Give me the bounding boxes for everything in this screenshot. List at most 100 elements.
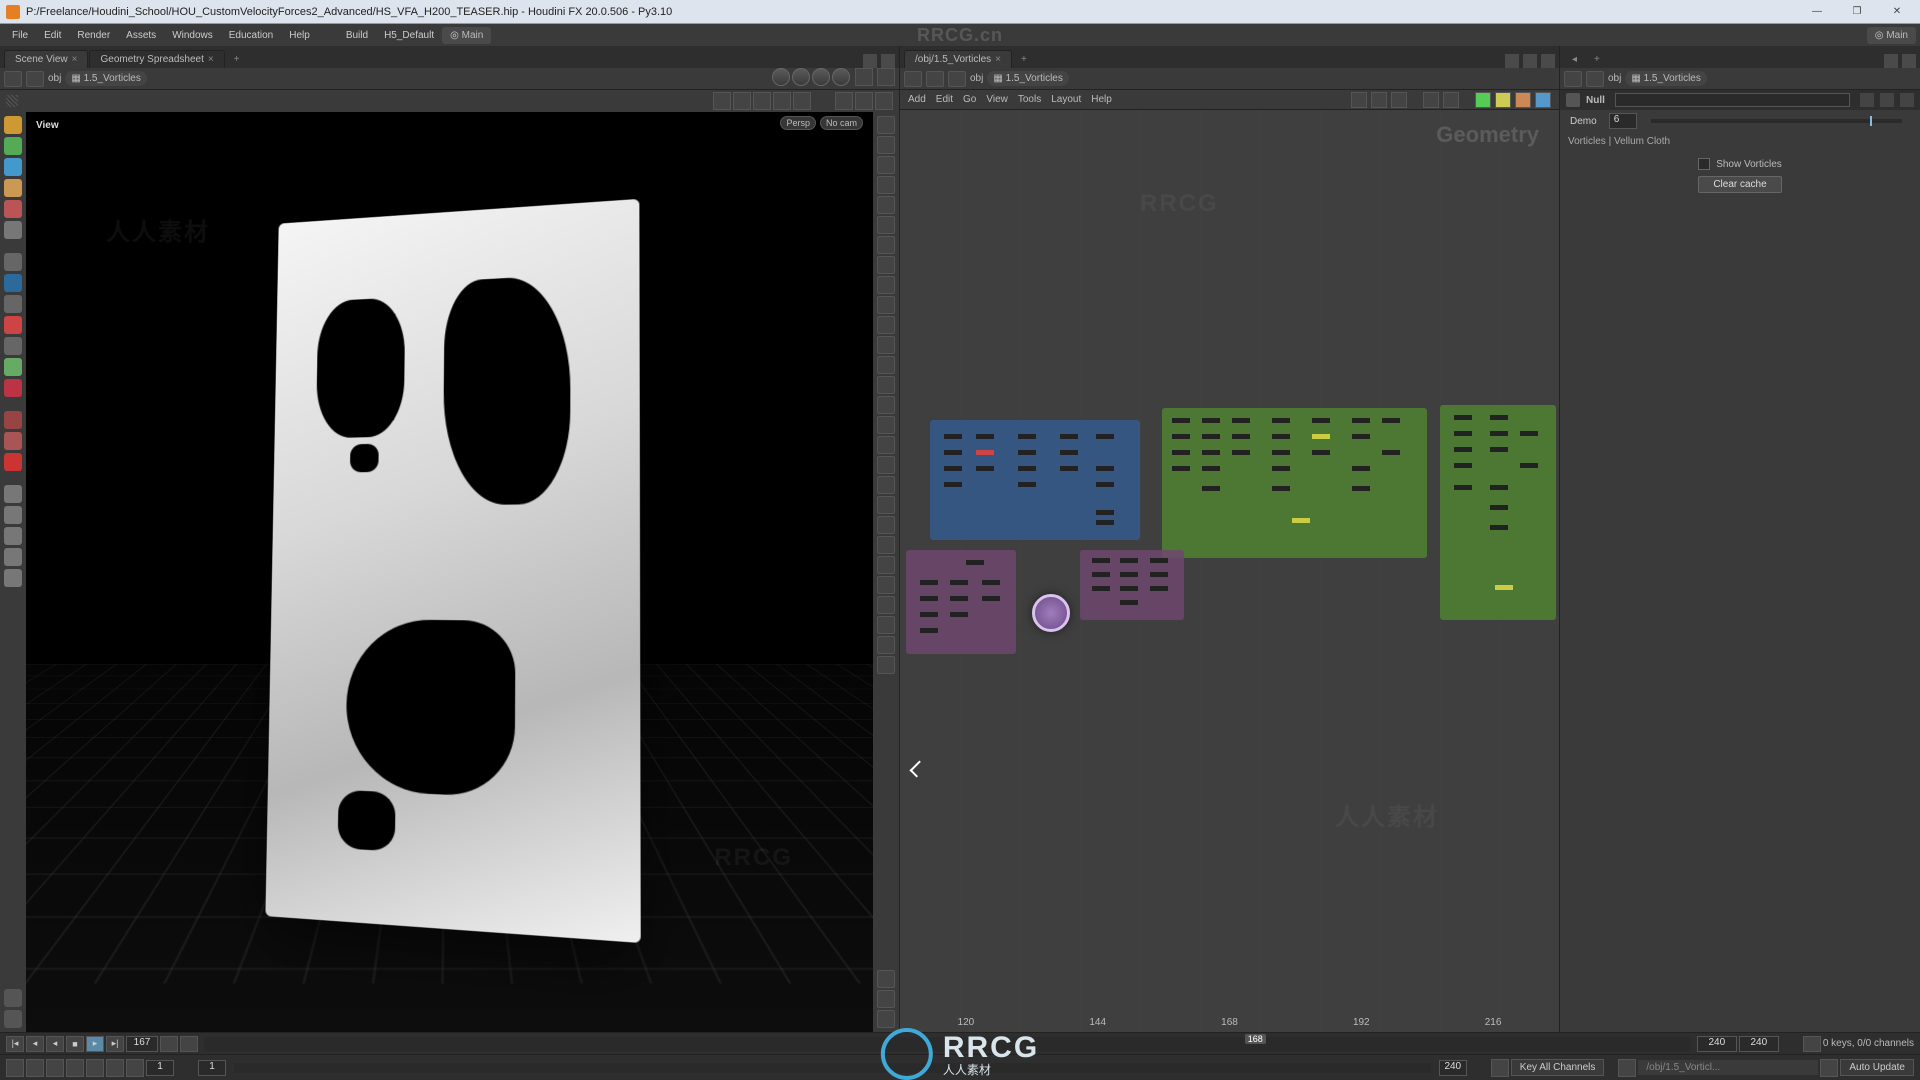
net-menu-view[interactable]: View: [986, 94, 1008, 105]
chev-left-icon[interactable]: [106, 1059, 124, 1077]
wrench-icon[interactable]: [1351, 92, 1367, 108]
axis-gizmo-icon[interactable]: [4, 1010, 22, 1028]
tool-bone-icon[interactable]: [4, 379, 22, 397]
disp-bg-icon[interactable]: [877, 536, 895, 554]
shelf-main[interactable]: ◎ Main: [442, 27, 491, 44]
menu-file[interactable]: File: [4, 27, 36, 44]
nav-fwd-icon[interactable]: [1586, 71, 1604, 87]
capture-icon[interactable]: [4, 989, 22, 1007]
tool-arrow-icon[interactable]: [4, 253, 22, 271]
network-tab[interactable]: /obj/1.5_Vorticles×: [904, 50, 1012, 68]
tool-view-icon[interactable]: [4, 221, 22, 239]
close-icon[interactable]: ×: [72, 54, 78, 65]
cook-icon[interactable]: [1820, 1059, 1838, 1077]
tool-mask-icon[interactable]: [4, 548, 22, 566]
play-icon[interactable]: ▸: [86, 1036, 104, 1052]
shelf-main-right[interactable]: ◎ Main: [1867, 27, 1916, 44]
pane-expand-icon[interactable]: [881, 54, 895, 68]
network-view[interactable]: Geometry: [900, 110, 1559, 1032]
snap-icon[interactable]: [1443, 92, 1459, 108]
end-frame-field[interactable]: 240: [1697, 1036, 1737, 1052]
snapping-icon[interactable]: [793, 92, 811, 110]
disp-handles-icon[interactable]: [877, 456, 895, 474]
netbox-blue[interactable]: [930, 420, 1140, 540]
disp-invisible-icon[interactable]: [877, 336, 895, 354]
lock-icon[interactable]: [877, 68, 895, 86]
disp-color-icon[interactable]: [877, 576, 895, 594]
flag-bypass-icon[interactable]: [1515, 92, 1531, 108]
render-region-icon[interactable]: [855, 92, 873, 110]
tool-paint-icon[interactable]: [4, 527, 22, 545]
disp-markers-icon[interactable]: [877, 176, 895, 194]
tool-rotate-icon[interactable]: [4, 158, 22, 176]
disp-hull-icon[interactable]: [877, 316, 895, 334]
disp-opt-icon[interactable]: [877, 970, 895, 988]
pane-menu-icon[interactable]: [1884, 54, 1898, 68]
add-tab-button[interactable]: +: [1586, 51, 1608, 68]
parm-node-name[interactable]: Null: [1586, 95, 1605, 106]
flag-render-icon[interactable]: [1535, 92, 1551, 108]
pane-link-icon[interactable]: [1505, 54, 1519, 68]
close-icon[interactable]: ×: [208, 54, 214, 65]
nav-back-icon[interactable]: [904, 71, 922, 87]
disp-footer-icon[interactable]: [877, 376, 895, 394]
netbox-purple-1[interactable]: [906, 550, 1016, 654]
range-end-field[interactable]: 240: [1439, 1060, 1467, 1076]
status-path[interactable]: /obj/1.5_Vorticl...: [1638, 1060, 1818, 1075]
disp-shaded-icon[interactable]: [877, 216, 895, 234]
pane-expand-icon[interactable]: [1541, 54, 1555, 68]
net-menu-edit[interactable]: Edit: [936, 94, 953, 105]
grid-icon[interactable]: [1423, 92, 1439, 108]
nav-fwd-icon[interactable]: [926, 71, 944, 87]
tab-scene-view[interactable]: Scene View×: [4, 50, 88, 68]
viewport-3d[interactable]: View Persp No cam 人人素材 RRCG: [26, 112, 873, 1032]
nav-back-icon[interactable]: [4, 71, 22, 87]
pane-expand-icon[interactable]: [1902, 54, 1916, 68]
disp-hud-icon[interactable]: [877, 476, 895, 494]
output-node[interactable]: [1032, 594, 1070, 632]
path-vorticles[interactable]: ▦ 1.5_Vorticles: [1625, 71, 1707, 86]
disp-safe-icon[interactable]: [877, 496, 895, 514]
align-icon[interactable]: [1391, 92, 1407, 108]
tab-geometry-spreadsheet[interactable]: Geometry Spreadsheet×: [89, 50, 224, 68]
tool-secure-icon[interactable]: [4, 274, 22, 292]
disp-menu-icon[interactable]: [877, 990, 895, 1008]
disp-hide-icon[interactable]: [877, 276, 895, 294]
menu-edit[interactable]: Edit: [36, 27, 69, 44]
demo-slider[interactable]: [1651, 119, 1902, 123]
close-icon[interactable]: ×: [995, 54, 1001, 65]
display-toggles[interactable]: [771, 68, 851, 89]
maximize-button[interactable]: ❐: [1840, 2, 1874, 22]
dy-icon[interactable]: [66, 1059, 84, 1077]
net-menu-add[interactable]: Add: [908, 94, 926, 105]
list-icon[interactable]: [1371, 92, 1387, 108]
scope-icon[interactable]: [86, 1059, 104, 1077]
disp-material-icon[interactable]: [877, 656, 895, 674]
clear-cache-button[interactable]: Clear cache: [1698, 176, 1781, 193]
tool-handle-icon[interactable]: [4, 295, 22, 313]
netbox-purple-2[interactable]: [1080, 550, 1184, 620]
net-menu-tools[interactable]: Tools: [1018, 94, 1041, 105]
select-icon[interactable]: [713, 92, 731, 110]
next-frame-icon[interactable]: ▸|: [106, 1036, 124, 1052]
tool-light-icon[interactable]: [4, 316, 22, 334]
snapshot-icon[interactable]: [875, 92, 893, 110]
disp-light-icon[interactable]: [877, 596, 895, 614]
area-select-icon[interactable]: [753, 92, 771, 110]
parm-tab-label[interactable]: Vorticles | Vellum Cloth: [1560, 132, 1920, 152]
path-obj[interactable]: obj: [1608, 73, 1621, 84]
tool-select-icon[interactable]: [4, 116, 22, 134]
tool-terrain-icon[interactable]: [4, 569, 22, 587]
net-menu-go[interactable]: Go: [963, 94, 976, 105]
tool-sculpt-icon[interactable]: [4, 506, 22, 524]
minimize-button[interactable]: —: [1800, 2, 1834, 22]
desktop-hsdefault[interactable]: H5_Default: [376, 27, 442, 44]
parm-help-icon[interactable]: [1880, 93, 1894, 107]
disp-cam-icon[interactable]: [877, 416, 895, 434]
prev-frame-icon[interactable]: ◂: [26, 1036, 44, 1052]
flag-template-icon[interactable]: [1495, 92, 1511, 108]
demo-value-field[interactable]: 6: [1609, 113, 1637, 129]
range-start-field[interactable]: 1: [146, 1060, 174, 1076]
disp-origin-icon[interactable]: [877, 396, 895, 414]
end-frame2-field[interactable]: 240: [1739, 1036, 1779, 1052]
